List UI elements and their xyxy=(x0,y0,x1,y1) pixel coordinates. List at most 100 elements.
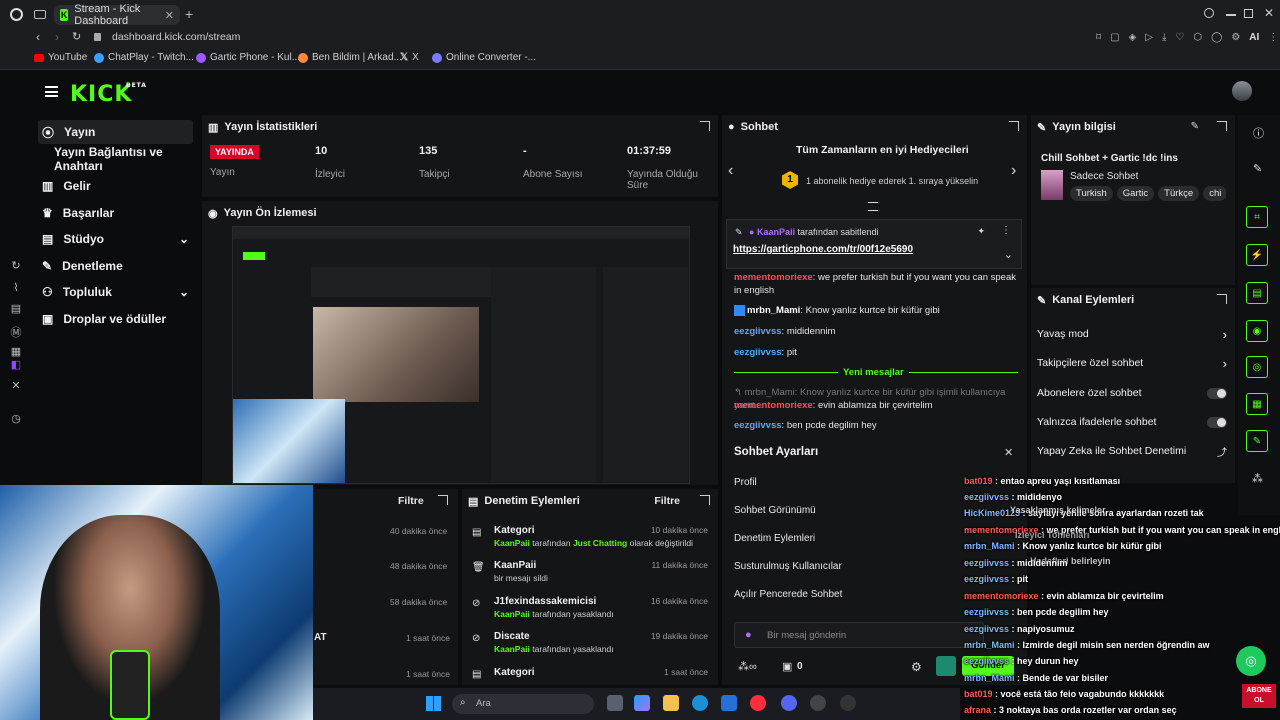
action-followers-only[interactable]: Takipçilere özel sohbet › xyxy=(1037,353,1227,373)
settings-item-profile[interactable]: Profil xyxy=(734,477,757,488)
restore-button[interactable] xyxy=(1244,9,1253,18)
pencil-icon[interactable]: ✎ xyxy=(1253,162,1262,175)
nav-stream[interactable]: ⦿ Yayın xyxy=(38,120,193,144)
window-icon[interactable]: ▦ xyxy=(10,345,22,358)
app-icon[interactable] xyxy=(840,695,856,711)
expand-icon[interactable] xyxy=(1009,121,1019,131)
download-icon[interactable]: ⤓ xyxy=(1162,32,1166,43)
chat-user[interactable]: mementomoriexe xyxy=(734,272,813,283)
gift-icon[interactable]: ▣ xyxy=(782,660,792,673)
close-tab-icon[interactable]: ✕ xyxy=(165,9,174,22)
copilot-icon[interactable] xyxy=(634,695,650,711)
bookmark-icon[interactable]: ⌑ xyxy=(1096,32,1101,43)
more-options-icon[interactable]: ⋮ xyxy=(1001,225,1011,236)
layers-icon[interactable]: ⌇ xyxy=(10,281,22,294)
bookmark-benbildim[interactable]: Ben Bildim | Arkad... xyxy=(298,52,402,63)
shield-icon[interactable]: ◈ xyxy=(1129,32,1137,43)
chevron-left-icon[interactable]: ‹ xyxy=(728,162,733,180)
info-icon[interactable]: ⓘ xyxy=(1253,125,1264,141)
discord-icon[interactable] xyxy=(781,695,797,711)
profile-icon[interactable]: ◯ xyxy=(1211,32,1222,43)
edit-icon[interactable]: ✎ xyxy=(1191,121,1199,132)
pinned-message[interactable]: ✎ ● KaanPaii tarafından sabitlendi ✦ ⋮ h… xyxy=(726,219,1022,269)
nav-drops[interactable]: ▣ Droplar ve ödüller xyxy=(38,307,193,331)
bookmark-online-converter[interactable]: Online Converter -... xyxy=(432,52,536,63)
subs-only-toggle[interactable] xyxy=(1207,387,1227,399)
bookmark-gartic[interactable]: Gartic Phone - Kul... xyxy=(196,52,300,63)
expand-icon[interactable] xyxy=(700,495,710,505)
stream-preview-video[interactable] xyxy=(232,226,690,484)
x-rail-icon[interactable]: ✕ xyxy=(10,379,22,392)
mod-action-user[interactable]: KaanPaii xyxy=(494,644,530,654)
settings-item-mod-actions[interactable]: Denetim Eylemleri xyxy=(734,533,815,544)
chat-user[interactable]: mementomoriexe xyxy=(734,400,813,411)
chat-input[interactable]: ● Bir mesaj gönderin xyxy=(734,622,984,648)
reload-icon[interactable]: ↻ xyxy=(72,30,81,43)
bookmark-youtube[interactable]: YouTube xyxy=(34,52,87,63)
tag[interactable]: Türkçe xyxy=(1158,186,1200,201)
chat-user[interactable]: mrbn_Mami xyxy=(747,305,800,316)
expand-icon[interactable] xyxy=(1217,294,1227,304)
tag[interactable]: chi xyxy=(1203,186,1226,201)
emotes-only-toggle[interactable] xyxy=(1207,416,1227,428)
task-view-icon[interactable] xyxy=(607,695,623,711)
nav-achievements[interactable]: ♛ Başarılar xyxy=(38,201,193,225)
chevron-right-icon[interactable]: › xyxy=(1011,162,1016,180)
filter-icon[interactable] xyxy=(868,202,878,211)
history-icon[interactable]: ↻ xyxy=(10,259,22,272)
layout-icon[interactable]: ▦ xyxy=(1246,393,1268,415)
play-icon[interactable]: ▷ xyxy=(1145,32,1153,43)
settings-item-muted[interactable]: Susturulmuş Kullanıcılar xyxy=(734,561,842,572)
kick-logo[interactable]: KICK BETA xyxy=(70,82,146,107)
back-icon[interactable]: ‹ xyxy=(36,30,40,44)
tab-kick-dashboard[interactable]: K Stream - Kick Dashboard ✕ xyxy=(54,3,180,27)
twitch-icon[interactable]: ◧ xyxy=(10,358,22,371)
action-ai-moderation[interactable]: Yapay Zeka ile Sohbet Denetimi ⤴ xyxy=(1037,441,1227,461)
broadcast-icon[interactable]: ◎ xyxy=(1246,356,1268,378)
chat-user[interactable]: eezgiivvss xyxy=(734,326,782,337)
forward-icon[interactable]: › xyxy=(55,30,59,44)
users-icon[interactable]: ⁂ xyxy=(1252,472,1263,485)
pinned-link[interactable]: https://garticphone.com/tr/00f12e5690 xyxy=(733,244,913,255)
mod-action-user[interactable]: KaanPaii xyxy=(494,609,530,619)
obs-icon[interactable] xyxy=(810,695,826,711)
nav-studio[interactable]: ▤ Stüdyo ⌄ xyxy=(38,227,193,251)
chat-bubble-icon[interactable]: ◉ xyxy=(1246,320,1268,342)
avatar[interactable] xyxy=(1232,81,1252,101)
puzzle-icon[interactable]: ⬡ xyxy=(1193,32,1202,43)
expand-icon[interactable] xyxy=(438,495,448,505)
chat-user[interactable]: eezgiivvss xyxy=(734,347,782,358)
emote-button[interactable] xyxy=(936,656,956,676)
settings-icon[interactable]: ⚙ xyxy=(1231,32,1240,43)
chevron-down-icon[interactable]: ⌄ xyxy=(1004,248,1013,261)
new-tab-button[interactable]: + xyxy=(185,6,193,22)
menu-icon[interactable]: ⋮ xyxy=(1268,32,1278,43)
lightning-icon[interactable]: ⚡ xyxy=(1246,244,1268,266)
hamburger-menu-icon[interactable] xyxy=(45,86,58,97)
unpin-icon[interactable]: ✦ xyxy=(977,226,985,237)
action-slow-mode[interactable]: Yavaş mod › xyxy=(1037,324,1227,344)
points-icon[interactable]: ⁂∞ xyxy=(738,660,757,673)
tag[interactable]: Turkish xyxy=(1070,186,1113,201)
subscribe-badge[interactable]: ABONE OL xyxy=(1242,684,1276,708)
nav-revenue[interactable]: ▥ Gelir xyxy=(38,174,193,198)
opera-icon[interactable] xyxy=(750,695,766,711)
settings-item-popout[interactable]: Açılır Pencerede Sohbet xyxy=(734,589,842,600)
filter-button[interactable]: Filtre xyxy=(654,495,680,507)
m-icon[interactable]: Ⓜ xyxy=(10,324,22,339)
tag[interactable]: Gartic xyxy=(1116,186,1155,201)
expand-icon[interactable] xyxy=(700,121,710,131)
clock-icon[interactable]: ◷ xyxy=(10,412,22,425)
nav-community[interactable]: ⚇ Topluluk ⌄ xyxy=(38,280,193,304)
nav-stream-key[interactable]: Yayın Bağlantısı ve Anahtarı xyxy=(50,145,200,173)
store-icon[interactable] xyxy=(721,695,737,711)
taskbar-search[interactable]: ⌕ Ara xyxy=(452,694,594,714)
filter-button[interactable]: Filtre xyxy=(398,495,424,507)
browser-logo-icon[interactable] xyxy=(10,8,23,21)
category-name[interactable]: Sadece Sohbet xyxy=(1070,171,1138,182)
minimize-button[interactable] xyxy=(1226,14,1236,16)
scan-icon[interactable]: ⌗ xyxy=(1246,206,1268,228)
extension-icon[interactable]: ▢ xyxy=(1110,32,1119,43)
bookmark-x[interactable]: 𝕏X xyxy=(400,52,419,63)
tools-icon[interactable]: ✎ xyxy=(1246,430,1268,452)
